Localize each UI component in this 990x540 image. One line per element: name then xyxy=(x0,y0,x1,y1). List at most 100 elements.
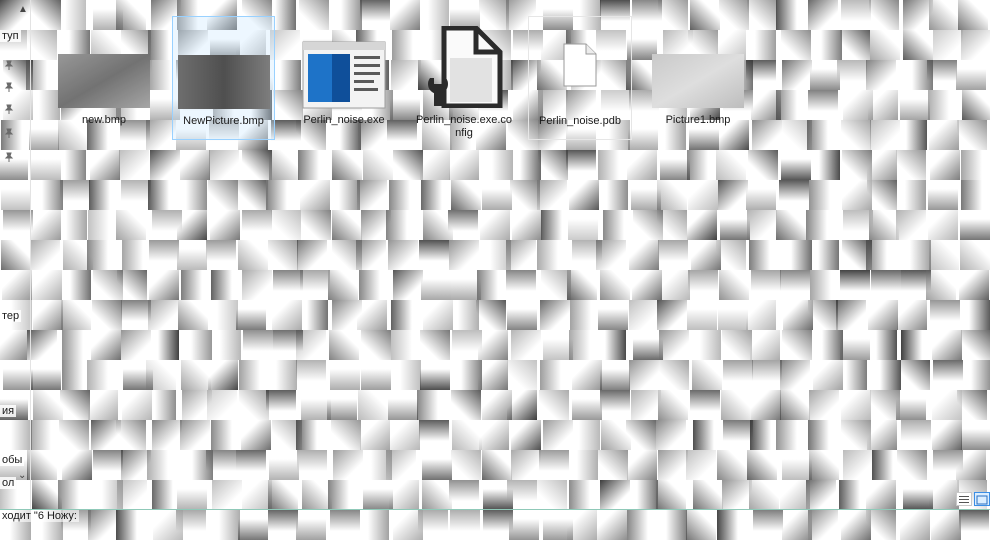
noise-tile xyxy=(632,270,662,300)
noise-tile xyxy=(512,210,542,240)
noise-tile xyxy=(236,450,266,480)
noise-tile xyxy=(626,420,656,450)
noise-tile xyxy=(88,210,118,240)
noise-tile xyxy=(900,360,930,390)
nav-item-label[interactable]: тер xyxy=(0,310,22,322)
noise-tile xyxy=(960,300,990,330)
noise-tile xyxy=(629,300,659,330)
scroll-down-icon[interactable]: ⌄ xyxy=(18,470,26,481)
noise-tile xyxy=(451,180,481,210)
noise-tile xyxy=(600,270,630,300)
noise-tile xyxy=(296,360,326,390)
noise-tile xyxy=(537,180,567,210)
noise-tile xyxy=(540,360,570,390)
noise-tile xyxy=(61,300,91,330)
noise-tile xyxy=(776,420,806,450)
noise-tile xyxy=(117,480,147,510)
noise-tile xyxy=(928,210,958,240)
noise-tile xyxy=(866,240,896,270)
noise-tile xyxy=(239,360,269,390)
noise-tile xyxy=(751,270,781,300)
noise-tile xyxy=(300,270,330,300)
noise-tile xyxy=(149,330,179,360)
noise-tile xyxy=(58,480,88,510)
noise-tile xyxy=(357,300,387,330)
noise-tile xyxy=(507,390,537,420)
noise-tile xyxy=(421,180,451,210)
noise-tile xyxy=(658,450,688,480)
noise-tile xyxy=(780,360,810,390)
nav-item-label[interactable]: ия xyxy=(0,405,17,417)
noise-tile xyxy=(658,240,688,270)
nav-item-label[interactable]: ол xyxy=(0,477,17,489)
noise-tile xyxy=(296,420,326,450)
nav-item-label[interactable]: обы xyxy=(0,454,25,466)
noise-tile xyxy=(840,330,870,360)
noise-tile xyxy=(177,210,207,240)
file-item[interactable]: Perlin_noise.exe xyxy=(292,16,396,140)
file-name: Perlin_noise.exe xyxy=(303,114,385,126)
file-item[interactable]: Picture1.bmp xyxy=(646,16,750,140)
bitmap-thumbnail-icon xyxy=(177,55,270,109)
noise-tile xyxy=(746,180,776,210)
noise-tile xyxy=(540,300,570,330)
noise-tile xyxy=(388,390,418,420)
noise-tile xyxy=(211,270,241,300)
noise-tile xyxy=(419,240,449,270)
noise-tile xyxy=(687,210,717,240)
noise-tile xyxy=(808,300,838,330)
file-item[interactable]: NewPicture.bmp xyxy=(172,16,275,140)
noise-tile xyxy=(33,300,63,330)
noise-tile xyxy=(479,420,509,450)
noise-tile xyxy=(656,480,686,510)
noise-tile xyxy=(809,450,839,480)
noise-tile xyxy=(960,240,990,270)
noise-tile xyxy=(148,300,178,330)
noise-tile xyxy=(569,180,599,210)
file-name: Picture1.bmp xyxy=(665,114,731,126)
noise-tile xyxy=(116,210,146,240)
large-icons-view-button[interactable] xyxy=(974,492,990,506)
details-view-button[interactable] xyxy=(956,492,972,506)
noise-tile xyxy=(961,420,990,450)
noise-tile xyxy=(268,480,298,510)
noise-tile xyxy=(452,420,482,450)
noise-tile xyxy=(61,270,91,300)
noise-tile xyxy=(782,240,812,270)
noise-tile xyxy=(211,420,241,450)
noise-tile xyxy=(721,390,751,420)
noise-tile xyxy=(478,360,508,390)
noise-tile xyxy=(476,300,506,330)
noise-tile xyxy=(448,210,478,240)
noise-tile xyxy=(751,390,781,420)
noise-tile xyxy=(243,330,273,360)
noise-tile xyxy=(901,420,931,450)
noise-tile xyxy=(30,240,60,270)
file-item[interactable]: Perlin_noise.exe.config xyxy=(412,16,516,140)
noise-tile xyxy=(238,240,268,270)
noise-tile xyxy=(88,390,118,420)
noise-tile xyxy=(31,360,61,390)
noise-tile xyxy=(146,360,176,390)
noise-tile xyxy=(273,270,303,300)
noise-tile xyxy=(33,180,63,210)
noise-tile xyxy=(688,180,718,210)
noise-tile xyxy=(60,180,90,210)
noise-tile xyxy=(723,420,753,450)
noise-tile xyxy=(296,330,326,360)
noise-tile xyxy=(507,300,537,330)
noise-tile xyxy=(657,180,687,210)
file-item[interactable]: new.bmp xyxy=(52,16,156,140)
noise-tile xyxy=(422,480,452,510)
noise-tile xyxy=(238,180,268,210)
noise-tile xyxy=(506,270,536,300)
noise-tile xyxy=(659,330,689,360)
noise-tile xyxy=(122,240,152,270)
noise-tile xyxy=(328,480,358,510)
noise-tile xyxy=(693,420,723,450)
noise-tile xyxy=(390,420,420,450)
noise-tile xyxy=(693,480,723,510)
file-item[interactable]: Perlin_noise.pdb xyxy=(528,16,632,140)
noise-tile xyxy=(117,270,147,300)
noise-tile xyxy=(27,330,57,360)
